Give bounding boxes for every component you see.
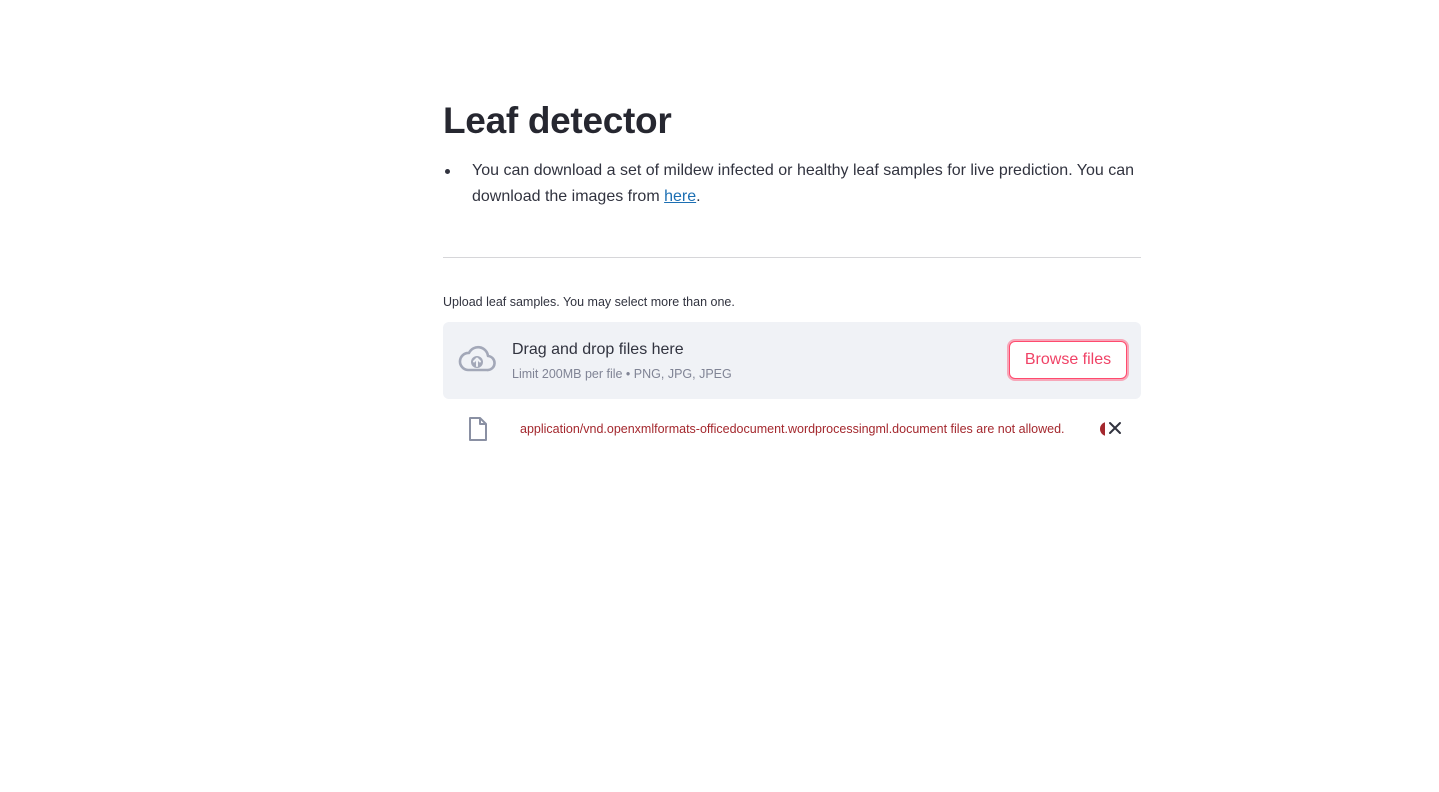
file-dropzone[interactable]: Drag and drop files here Limit 200MB per…	[443, 322, 1141, 399]
file-icon	[469, 417, 487, 441]
bullet-dot	[445, 169, 450, 174]
page-title: Leaf detector	[443, 100, 672, 141]
file-error-message: application/vnd.openxmlformats-officedoc…	[520, 422, 1065, 436]
uploaded-file-row: application/vnd.openxmlformats-officedoc…	[443, 410, 1141, 448]
intro-text: You can download a set of mildew infecte…	[472, 162, 1135, 205]
download-link[interactable]: here	[664, 188, 696, 205]
remove-file-button[interactable]	[1105, 418, 1125, 438]
intro-suffix: .	[696, 188, 701, 205]
dropzone-instructions: Drag and drop files here	[512, 341, 684, 358]
close-icon	[1109, 422, 1121, 434]
divider	[443, 257, 1141, 258]
browse-files-button[interactable]: Browse files	[1009, 341, 1127, 379]
list-item: You can download a set of mildew infecte…	[443, 158, 1141, 210]
cloud-upload-icon	[458, 345, 496, 372]
uploader-label: Upload leaf samples. You may select more…	[443, 295, 735, 309]
intro-list: You can download a set of mildew infecte…	[443, 158, 1141, 210]
dropzone-limit-text: Limit 200MB per file • PNG, JPG, JPEG	[512, 367, 732, 381]
